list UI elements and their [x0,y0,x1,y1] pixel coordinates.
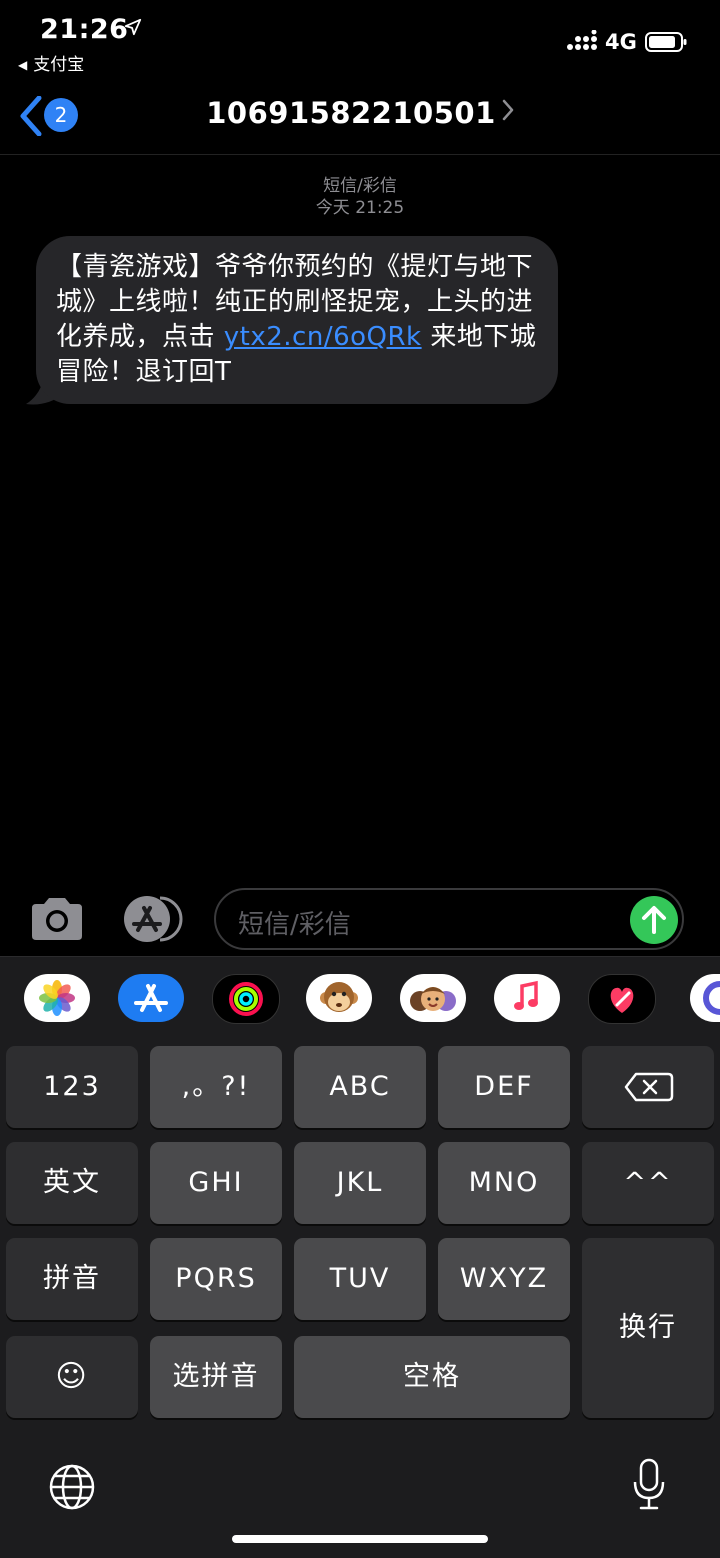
key-select-pinyin[interactable]: 选拼音 [150,1336,282,1418]
more-apps-icon[interactable] [690,974,720,1022]
incoming-message-bubble[interactable]: 【青瓷游戏】爷爷你预约的《提灯与地下城》上线啦！纯正的刷怪捉宠，上头的进化养成，… [36,236,558,404]
back-triangle-icon: ◀ [18,58,28,72]
network-type: 4G [605,30,637,54]
key-emoji[interactable]: ☺ [6,1336,138,1418]
key-label: PQRS [175,1263,257,1294]
photos-app-icon[interactable] [24,974,90,1022]
cellular-signal-icon [567,30,597,50]
delete-backspace-icon [624,1072,674,1102]
activity-app-icon[interactable] [212,974,280,1024]
message-input-placeholder: 短信/彩信 [238,910,351,940]
key-label: 123 [43,1071,101,1102]
key-emoticon[interactable]: ^^ [582,1142,714,1224]
imessage-app-drawer [0,956,720,1039]
globe-icon[interactable] [48,1463,96,1511]
battery-icon [645,32,687,52]
key-label: JKL [336,1167,384,1198]
key-label: ,。?! [181,1071,251,1102]
key-label: GHI [188,1167,244,1198]
key-delete[interactable] [582,1046,714,1128]
key-english[interactable]: 英文 [6,1142,138,1224]
key-tuv[interactable]: TUV [294,1238,426,1320]
emoji-face-icon: ☺ [55,1359,89,1394]
key-pinyin[interactable]: 拼音 [6,1238,138,1320]
key-label: MNO [468,1167,540,1198]
key-wxyz[interactable]: WXYZ [438,1238,570,1320]
key-label: 换行 [619,1312,677,1343]
location-arrow-icon [124,18,142,36]
key-label: DEF [474,1071,534,1102]
chevron-right-icon [502,99,513,121]
music-app-icon[interactable] [494,974,560,1022]
app-store-button-icon[interactable] [120,896,184,942]
status-time: 21:26 [40,14,129,45]
key-123[interactable]: 123 [6,1046,138,1128]
key-label: 空格 [403,1361,461,1392]
key-space[interactable]: 空格 [294,1336,570,1418]
key-label: 选拼音 [172,1361,260,1392]
contact-title[interactable]: 10691582210501 [0,96,720,130]
key-label: WXYZ [459,1263,549,1294]
key-def[interactable]: DEF [438,1046,570,1128]
contact-number: 10691582210501 [206,96,496,130]
message-link[interactable]: ytx2.cn/6oQRk [224,322,422,352]
key-label: 英文 [43,1167,101,1198]
key-punctuation[interactable]: ,。?! [150,1046,282,1128]
message-input[interactable]: 短信/彩信 [214,888,684,950]
key-label: 拼音 [43,1263,101,1294]
thread-meta: 短信/彩信 今天 21:25 [0,175,720,219]
key-label: ABC [329,1071,391,1102]
key-label: TUV [329,1263,391,1294]
app-store-app-icon[interactable] [118,974,184,1022]
key-mno[interactable]: MNO [438,1142,570,1224]
conversation-header: 2 10691582210501 [0,80,720,155]
home-indicator[interactable] [232,1535,488,1543]
digital-touch-app-icon[interactable] [588,974,656,1024]
memoji-app-icon[interactable] [400,974,466,1022]
monkey-animoji-icon[interactable] [306,974,372,1022]
message-timestamp: 今天 21:25 [315,198,405,218]
arrow-up-icon [642,906,666,934]
key-return[interactable]: 换行 [582,1238,714,1418]
send-button[interactable] [630,896,678,944]
return-app-label: 支付宝 [33,55,85,75]
key-label: ^^ [623,1167,673,1198]
message-type-label: 短信/彩信 [323,176,397,196]
return-to-app-link[interactable]: ◀ 支付宝 [18,50,84,75]
key-pqrs[interactable]: PQRS [150,1238,282,1320]
microphone-icon[interactable] [632,1458,666,1512]
status-bar: 21:26 ◀ 支付宝 4G [0,0,720,80]
key-abc[interactable]: ABC [294,1046,426,1128]
key-jkl[interactable]: JKL [294,1142,426,1224]
key-ghi[interactable]: GHI [150,1142,282,1224]
camera-icon[interactable] [28,896,86,942]
